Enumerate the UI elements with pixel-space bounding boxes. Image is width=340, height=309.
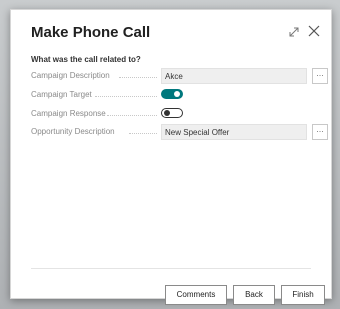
campaign-description-label: Campaign Description (31, 71, 110, 80)
footer-divider (31, 268, 311, 269)
close-icon[interactable] (307, 24, 321, 38)
campaign-description-field[interactable]: Akce (161, 68, 307, 84)
campaign-target-toggle[interactable] (161, 89, 183, 99)
opportunity-description-row: Opportunity Description New Special Offe… (31, 124, 328, 140)
campaign-description-row: Campaign Description Akce … (31, 68, 328, 84)
expand-icon[interactable] (287, 25, 301, 39)
campaign-response-label: Campaign Response (31, 109, 106, 118)
opportunity-description-label: Opportunity Description (31, 127, 115, 136)
leader-dots (119, 77, 157, 78)
dialog-title: Make Phone Call (31, 24, 151, 41)
make-phone-call-dialog: Make Phone Call What was the call relate… (10, 9, 332, 305)
leader-dots (95, 96, 157, 97)
toggle-knob (174, 91, 180, 97)
campaign-target-row: Campaign Target (31, 87, 321, 103)
toggle-knob (164, 110, 170, 116)
section-heading: What was the call related to? (31, 55, 141, 64)
comments-button[interactable]: Comments (165, 285, 227, 305)
opportunity-description-field[interactable]: New Special Offer (161, 124, 307, 140)
campaign-description-lookup-button[interactable]: … (312, 68, 328, 84)
campaign-response-row: Campaign Response (31, 106, 321, 122)
leader-dots (129, 133, 157, 134)
campaign-response-toggle[interactable] (161, 108, 183, 118)
back-button[interactable]: Back (233, 285, 275, 305)
leader-dots (107, 115, 157, 116)
opportunity-description-lookup-button[interactable]: … (312, 124, 328, 140)
campaign-target-label: Campaign Target (31, 90, 92, 99)
finish-button[interactable]: Finish (281, 285, 325, 305)
